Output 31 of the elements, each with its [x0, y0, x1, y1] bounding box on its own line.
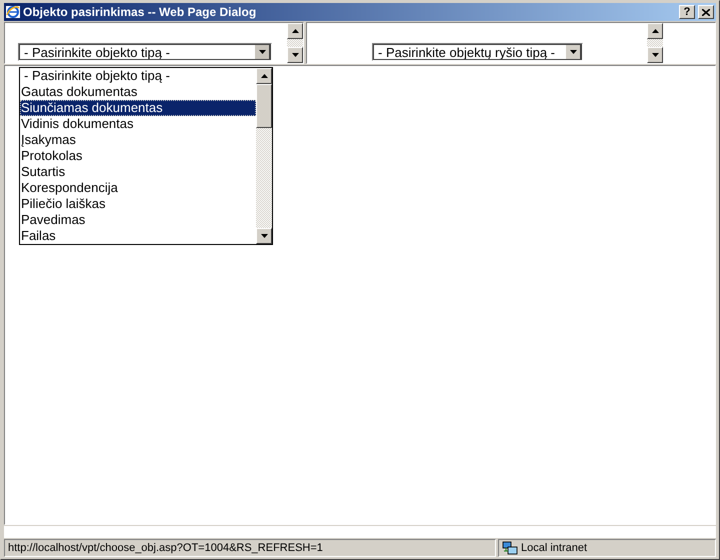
scroll-down-button[interactable] [647, 47, 663, 63]
scroll-up-button[interactable] [287, 23, 303, 39]
close-icon [702, 8, 710, 16]
scroll-up-button[interactable] [256, 68, 272, 84]
dropdown-button[interactable] [254, 44, 270, 60]
scroll-down-button[interactable] [256, 228, 272, 244]
up-arrow-icon [260, 74, 268, 78]
scrollbar[interactable] [256, 68, 272, 244]
close-button[interactable] [698, 5, 714, 19]
down-arrow-icon [258, 50, 266, 54]
status-url: http://localhost/vpt/choose_obj.asp?OT=1004&RS_REFRESH=1 [4, 539, 496, 557]
network-icon [502, 541, 518, 555]
scrollbar[interactable] [647, 23, 663, 63]
down-arrow-icon [652, 53, 658, 57]
down-arrow-icon [292, 53, 298, 57]
up-arrow-icon [292, 29, 298, 33]
down-arrow-icon [260, 234, 268, 238]
scroll-up-button[interactable] [647, 23, 663, 39]
help-button[interactable]: ? [679, 5, 695, 19]
dropdown-button[interactable] [565, 44, 581, 60]
window-title: Objekto pasirinkimas -- Web Page Dialog [23, 5, 258, 19]
scrollbar[interactable] [287, 23, 303, 63]
down-arrow-icon [570, 50, 576, 54]
dropdown-select[interactable]: - Pasirinkite objekto tipą - [18, 43, 272, 61]
status-zone: Local intranet [521, 542, 588, 554]
list-option[interactable]: Siunčiamas dokumentas [20, 100, 256, 116]
browser-icon [6, 5, 20, 19]
scroll-thumb[interactable] [256, 84, 272, 128]
dropdown-select[interactable]: - Pasirinkite objektų ryšio tipą - [372, 43, 583, 61]
scroll-down-button[interactable] [287, 47, 303, 63]
up-arrow-icon [652, 29, 658, 33]
